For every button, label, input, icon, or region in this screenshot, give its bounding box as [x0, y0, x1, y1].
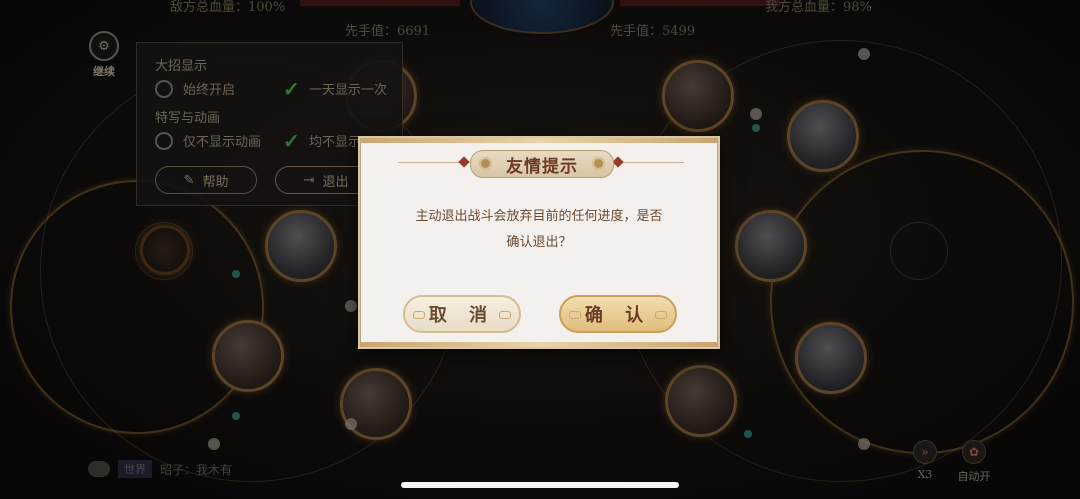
dialog-title: 友情提示: [506, 156, 578, 177]
dialog-title-bar: 友情提示: [360, 150, 718, 178]
dialog-message: 主动退出战斗会放弃目前的任何进度，是否 确认退出？: [380, 204, 698, 256]
exit-confirm-dialog: 友情提示 主动退出战斗会放弃目前的任何进度，是否 确认退出？ 取 消 确 认: [358, 136, 720, 349]
dialog-message-line2: 确认退出？: [506, 235, 572, 250]
cancel-button[interactable]: 取 消: [403, 295, 521, 333]
dialog-message-line1: 主动退出战斗会放弃目前的任何进度，是否: [415, 209, 663, 224]
flower-icon: [592, 157, 605, 170]
confirm-button[interactable]: 确 认: [559, 295, 677, 333]
diamond-icon: [458, 156, 470, 168]
flower-icon: [479, 157, 492, 170]
diamond-icon: [612, 156, 624, 168]
home-indicator[interactable]: [401, 482, 679, 488]
dialog-title-pill: 友情提示: [470, 150, 614, 178]
